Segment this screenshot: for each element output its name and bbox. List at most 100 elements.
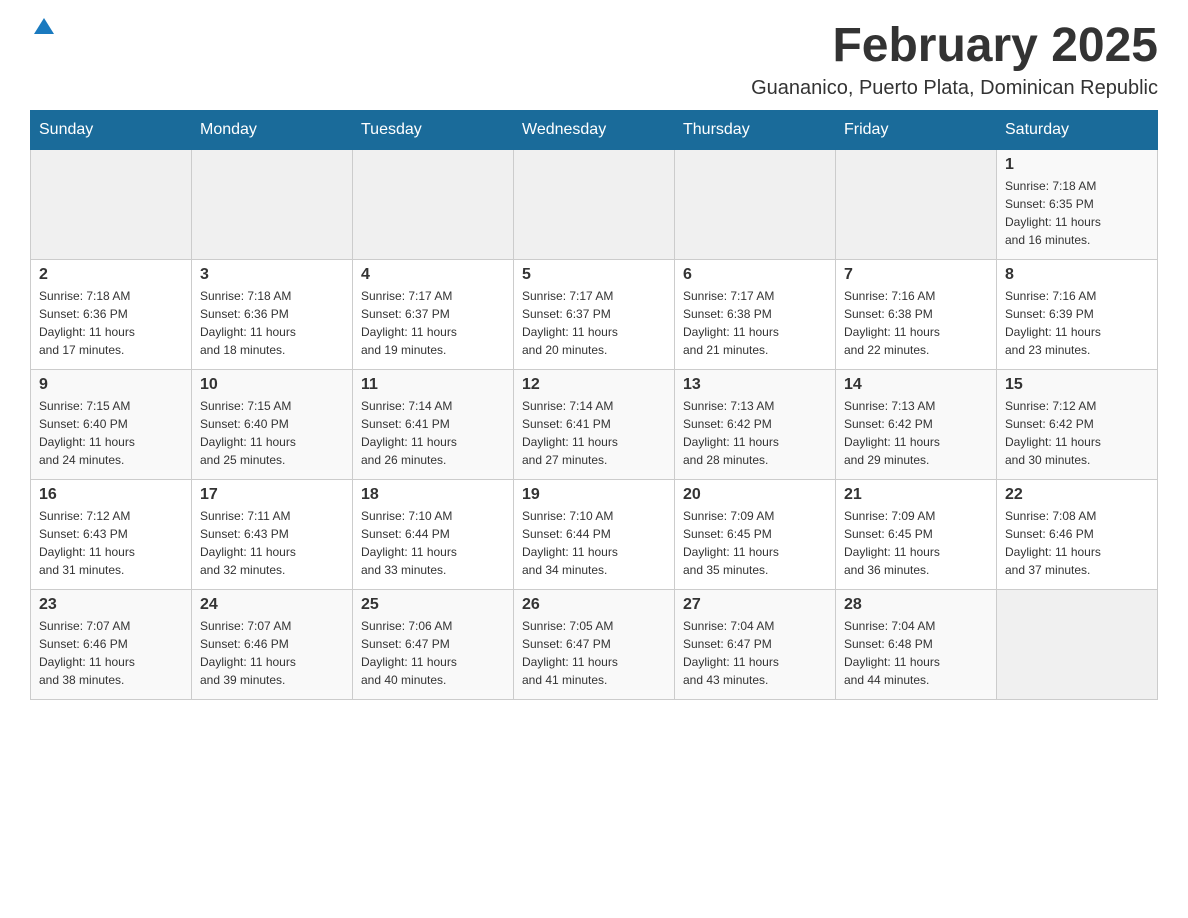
day-info: Sunrise: 7:10 AM Sunset: 6:44 PM Dayligh… bbox=[522, 507, 666, 579]
day-info: Sunrise: 7:05 AM Sunset: 6:47 PM Dayligh… bbox=[522, 617, 666, 689]
calendar-day-cell: 8 Sunrise: 7:16 AM Sunset: 6:39 PM Daylig… bbox=[997, 259, 1158, 369]
day-number: 8 bbox=[1005, 266, 1149, 284]
day-number: 3 bbox=[200, 266, 344, 284]
day-number: 28 bbox=[844, 596, 988, 614]
calendar-day-cell bbox=[192, 149, 353, 259]
day-info: Sunrise: 7:14 AM Sunset: 6:41 PM Dayligh… bbox=[361, 397, 505, 469]
day-info: Sunrise: 7:16 AM Sunset: 6:38 PM Dayligh… bbox=[844, 287, 988, 359]
day-info: Sunrise: 7:18 AM Sunset: 6:36 PM Dayligh… bbox=[200, 287, 344, 359]
day-info: Sunrise: 7:13 AM Sunset: 6:42 PM Dayligh… bbox=[683, 397, 827, 469]
calendar-table: SundayMondayTuesdayWednesdayThursdayFrid… bbox=[30, 110, 1158, 700]
day-number: 14 bbox=[844, 376, 988, 394]
weekday-header-saturday: Saturday bbox=[997, 110, 1158, 149]
day-info: Sunrise: 7:15 AM Sunset: 6:40 PM Dayligh… bbox=[200, 397, 344, 469]
calendar-day-cell: 15 Sunrise: 7:12 AM Sunset: 6:42 PM Dayli… bbox=[997, 369, 1158, 479]
calendar-week-row: 1 Sunrise: 7:18 AM Sunset: 6:35 PM Daylig… bbox=[31, 149, 1158, 259]
day-number: 19 bbox=[522, 486, 666, 504]
day-number: 22 bbox=[1005, 486, 1149, 504]
logo-triangle-icon bbox=[34, 18, 54, 34]
day-info: Sunrise: 7:18 AM Sunset: 6:36 PM Dayligh… bbox=[39, 287, 183, 359]
day-number: 5 bbox=[522, 266, 666, 284]
day-info: Sunrise: 7:09 AM Sunset: 6:45 PM Dayligh… bbox=[844, 507, 988, 579]
calendar-day-cell: 27 Sunrise: 7:04 AM Sunset: 6:47 PM Dayli… bbox=[675, 589, 836, 699]
calendar-body: 1 Sunrise: 7:18 AM Sunset: 6:35 PM Daylig… bbox=[31, 149, 1158, 699]
day-info: Sunrise: 7:13 AM Sunset: 6:42 PM Dayligh… bbox=[844, 397, 988, 469]
calendar-day-cell: 21 Sunrise: 7:09 AM Sunset: 6:45 PM Dayli… bbox=[836, 479, 997, 589]
day-number: 25 bbox=[361, 596, 505, 614]
day-number: 23 bbox=[39, 596, 183, 614]
calendar-day-cell bbox=[514, 149, 675, 259]
calendar-day-cell bbox=[997, 589, 1158, 699]
day-number: 17 bbox=[200, 486, 344, 504]
calendar-week-row: 9 Sunrise: 7:15 AM Sunset: 6:40 PM Daylig… bbox=[31, 369, 1158, 479]
day-number: 16 bbox=[39, 486, 183, 504]
day-number: 15 bbox=[1005, 376, 1149, 394]
day-info: Sunrise: 7:11 AM Sunset: 6:43 PM Dayligh… bbox=[200, 507, 344, 579]
day-number: 7 bbox=[844, 266, 988, 284]
calendar-week-row: 16 Sunrise: 7:12 AM Sunset: 6:43 PM Dayli… bbox=[31, 479, 1158, 589]
calendar-day-cell: 19 Sunrise: 7:10 AM Sunset: 6:44 PM Dayli… bbox=[514, 479, 675, 589]
weekday-header-friday: Friday bbox=[836, 110, 997, 149]
logo bbox=[30, 20, 54, 36]
day-number: 12 bbox=[522, 376, 666, 394]
day-info: Sunrise: 7:06 AM Sunset: 6:47 PM Dayligh… bbox=[361, 617, 505, 689]
day-info: Sunrise: 7:17 AM Sunset: 6:38 PM Dayligh… bbox=[683, 287, 827, 359]
weekday-header-thursday: Thursday bbox=[675, 110, 836, 149]
day-info: Sunrise: 7:12 AM Sunset: 6:43 PM Dayligh… bbox=[39, 507, 183, 579]
day-number: 1 bbox=[1005, 156, 1149, 174]
calendar-day-cell bbox=[675, 149, 836, 259]
calendar-day-cell: 25 Sunrise: 7:06 AM Sunset: 6:47 PM Dayli… bbox=[353, 589, 514, 699]
calendar-day-cell: 12Sunrise: 7:14 AM Sunset: 6:41 PM Dayli… bbox=[514, 369, 675, 479]
day-number: 26 bbox=[522, 596, 666, 614]
day-number: 11 bbox=[361, 376, 505, 394]
calendar-day-cell: 28Sunrise: 7:04 AM Sunset: 6:48 PM Dayli… bbox=[836, 589, 997, 699]
title-block: February 2025 Guananico, Puerto Plata, D… bbox=[751, 20, 1158, 100]
day-info: Sunrise: 7:08 AM Sunset: 6:46 PM Dayligh… bbox=[1005, 507, 1149, 579]
calendar-day-cell: 23Sunrise: 7:07 AM Sunset: 6:46 PM Dayli… bbox=[31, 589, 192, 699]
day-info: Sunrise: 7:10 AM Sunset: 6:44 PM Dayligh… bbox=[361, 507, 505, 579]
calendar-day-cell: 3 Sunrise: 7:18 AM Sunset: 6:36 PM Daylig… bbox=[192, 259, 353, 369]
calendar-day-cell: 9 Sunrise: 7:15 AM Sunset: 6:40 PM Daylig… bbox=[31, 369, 192, 479]
calendar-day-cell: 6Sunrise: 7:17 AM Sunset: 6:38 PM Daylig… bbox=[675, 259, 836, 369]
day-info: Sunrise: 7:09 AM Sunset: 6:45 PM Dayligh… bbox=[683, 507, 827, 579]
weekday-header-row: SundayMondayTuesdayWednesdayThursdayFrid… bbox=[31, 110, 1158, 149]
day-info: Sunrise: 7:04 AM Sunset: 6:47 PM Dayligh… bbox=[683, 617, 827, 689]
calendar-day-cell bbox=[836, 149, 997, 259]
day-number: 20 bbox=[683, 486, 827, 504]
day-number: 13 bbox=[683, 376, 827, 394]
calendar-day-cell: 1 Sunrise: 7:18 AM Sunset: 6:35 PM Daylig… bbox=[997, 149, 1158, 259]
calendar-day-cell bbox=[353, 149, 514, 259]
day-info: Sunrise: 7:16 AM Sunset: 6:39 PM Dayligh… bbox=[1005, 287, 1149, 359]
calendar-day-cell: 10 Sunrise: 7:15 AM Sunset: 6:40 PM Dayli… bbox=[192, 369, 353, 479]
calendar-day-cell: 2 Sunrise: 7:18 AM Sunset: 6:36 PM Daylig… bbox=[31, 259, 192, 369]
day-info: Sunrise: 7:07 AM Sunset: 6:46 PM Dayligh… bbox=[200, 617, 344, 689]
calendar-week-row: 2 Sunrise: 7:18 AM Sunset: 6:36 PM Daylig… bbox=[31, 259, 1158, 369]
day-number: 21 bbox=[844, 486, 988, 504]
day-number: 4 bbox=[361, 266, 505, 284]
calendar-day-cell: 26 Sunrise: 7:05 AM Sunset: 6:47 PM Dayli… bbox=[514, 589, 675, 699]
day-info: Sunrise: 7:17 AM Sunset: 6:37 PM Dayligh… bbox=[522, 287, 666, 359]
day-info: Sunrise: 7:15 AM Sunset: 6:40 PM Dayligh… bbox=[39, 397, 183, 469]
calendar-header: SundayMondayTuesdayWednesdayThursdayFrid… bbox=[31, 110, 1158, 149]
day-number: 9 bbox=[39, 376, 183, 394]
day-number: 18 bbox=[361, 486, 505, 504]
calendar-day-cell: 18 Sunrise: 7:10 AM Sunset: 6:44 PM Dayli… bbox=[353, 479, 514, 589]
day-info: Sunrise: 7:18 AM Sunset: 6:35 PM Dayligh… bbox=[1005, 177, 1149, 249]
day-info: Sunrise: 7:17 AM Sunset: 6:37 PM Dayligh… bbox=[361, 287, 505, 359]
day-number: 27 bbox=[683, 596, 827, 614]
calendar-day-cell: 24 Sunrise: 7:07 AM Sunset: 6:46 PM Dayli… bbox=[192, 589, 353, 699]
calendar-day-cell: 11 Sunrise: 7:14 AM Sunset: 6:41 PM Dayli… bbox=[353, 369, 514, 479]
calendar-day-cell: 17 Sunrise: 7:11 AM Sunset: 6:43 PM Dayli… bbox=[192, 479, 353, 589]
calendar-day-cell: 4 Sunrise: 7:17 AM Sunset: 6:37 PM Daylig… bbox=[353, 259, 514, 369]
calendar-day-cell: 5 Sunrise: 7:17 AM Sunset: 6:37 PM Daylig… bbox=[514, 259, 675, 369]
page-header: February 2025 Guananico, Puerto Plata, D… bbox=[30, 20, 1158, 100]
calendar-subtitle: Guananico, Puerto Plata, Dominican Repub… bbox=[751, 77, 1158, 100]
day-number: 10 bbox=[200, 376, 344, 394]
calendar-day-cell: 22 Sunrise: 7:08 AM Sunset: 6:46 PM Dayli… bbox=[997, 479, 1158, 589]
day-info: Sunrise: 7:12 AM Sunset: 6:42 PM Dayligh… bbox=[1005, 397, 1149, 469]
logo-blue-text bbox=[30, 20, 54, 36]
day-number: 24 bbox=[200, 596, 344, 614]
day-number: 2 bbox=[39, 266, 183, 284]
calendar-day-cell: 20 Sunrise: 7:09 AM Sunset: 6:45 PM Dayli… bbox=[675, 479, 836, 589]
calendar-day-cell: 7 Sunrise: 7:16 AM Sunset: 6:38 PM Daylig… bbox=[836, 259, 997, 369]
